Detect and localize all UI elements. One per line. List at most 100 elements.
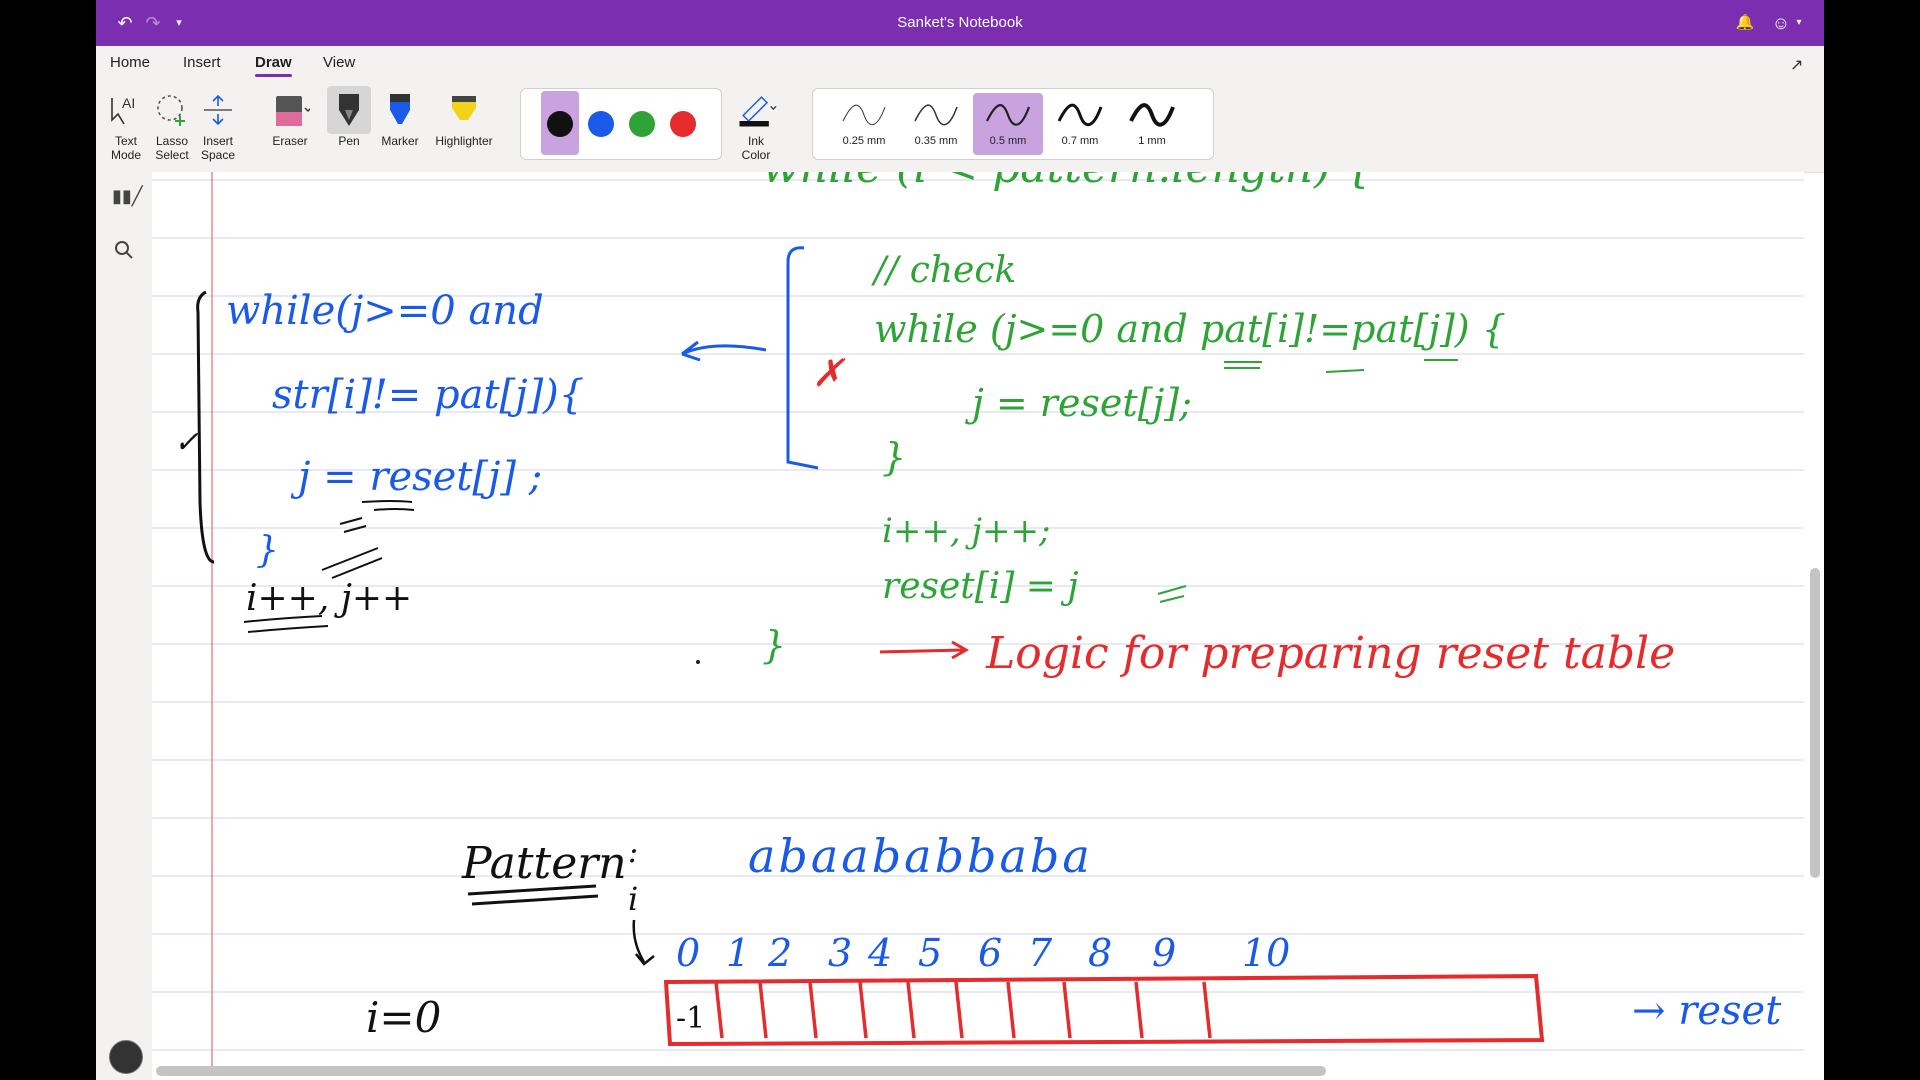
blue-code-line: str[i]!= pat[j]){ [272, 372, 584, 418]
ribbon-tabs: Home Insert Draw View ↗ [96, 46, 1824, 82]
bell-icon[interactable]: 🔔 [1732, 10, 1758, 36]
highlighter-button[interactable]: Highlighter [422, 86, 506, 148]
eraser-icon [268, 86, 312, 134]
cell-divider [1202, 981, 1212, 1039]
i-initial: i=0 [366, 993, 441, 1042]
index-label: 4 [867, 931, 892, 975]
color-swatch-black[interactable] [547, 111, 573, 137]
index-label: 7 [1028, 931, 1053, 975]
eraser-button[interactable]: Eraser [262, 86, 318, 148]
reset-array-box [663, 973, 1545, 1047]
color-swatch-green[interactable] [629, 111, 655, 137]
ink-layer: wnile (i < pattern.length) { ✓ while(j>=… [152, 172, 1804, 1072]
underline-strokes [361, 500, 415, 511]
cell-dividers [714, 981, 1212, 1039]
cell-divider [1062, 981, 1072, 1039]
cell-divider [858, 981, 868, 1039]
stroke-sample-icon [914, 104, 958, 126]
thickness-option-selected[interactable]: 0.5 mm [973, 93, 1043, 155]
cell-divider [1134, 981, 1144, 1039]
thickness-option[interactable]: 0.7 mm [1045, 93, 1115, 155]
svg-text:AI: AI [122, 95, 135, 111]
pattern-label: Pattern [461, 838, 627, 889]
thickness-palette: 0.25 mm 0.35 mm 0.5 mm 0.7 mm 1 mm [812, 88, 1214, 160]
horizontal-scrollbar[interactable] [156, 1066, 1326, 1076]
color-swatch-blue[interactable] [588, 111, 614, 137]
stroke-sample-icon [1129, 103, 1175, 127]
tab-draw[interactable]: Draw [255, 54, 292, 77]
index-label: 2 [767, 931, 792, 975]
thickness-option[interactable]: 1 mm [1117, 93, 1187, 155]
index-label: 8 [1088, 931, 1112, 975]
stray-dot [696, 660, 700, 664]
check-strokes [1157, 585, 1187, 603]
pen-button[interactable]: Pen [326, 86, 372, 148]
draw-toolbar: AI Text Mode Lasso Select Insert Space E… [96, 82, 1824, 173]
green-code-line: } [762, 623, 786, 667]
index-label: 10 [1242, 931, 1290, 975]
blue-code-line: j = reset[j] ; [290, 454, 542, 500]
arrow-down [632, 919, 655, 966]
underline-strokes [1224, 359, 1458, 373]
search-icon[interactable] [114, 240, 134, 265]
marker-icon [378, 86, 422, 134]
lasso-icon [150, 86, 194, 134]
index-label: 3 [828, 931, 852, 975]
cell-divider [954, 981, 964, 1039]
green-code-line: j = reset[j]; [965, 381, 1192, 425]
avatar[interactable] [109, 1040, 143, 1074]
thickness-option[interactable]: 0.25 mm [829, 93, 899, 155]
cell-divider [906, 981, 916, 1039]
pen-icon [327, 86, 371, 134]
stroke-sample-icon [986, 104, 1031, 126]
window-title: Sanket's Notebook [897, 14, 1023, 31]
pattern-string: abaababbaba [748, 829, 1093, 883]
colon-mark: : [628, 835, 638, 870]
green-code-line: i++, j++; [882, 511, 1050, 551]
notebooks-icon[interactable]: ▮▮╱ [112, 186, 143, 207]
onenote-window: ↶ ↷ ▾ Sanket's Notebook 🔔 ☺ ▾ Home Inser… [96, 0, 1824, 1080]
reset-label: → reset [1632, 988, 1782, 1034]
text-mode-button[interactable]: AI Text Mode [104, 86, 148, 162]
check-mark: ✓ [174, 425, 199, 460]
green-code-line: while (j>=0 and pat[i]!=pat[j]) { [874, 307, 1506, 351]
emphasis-strokes [321, 517, 383, 579]
stroke-sample-icon [842, 104, 886, 125]
vertical-scrollbar[interactable] [1810, 568, 1820, 878]
green-code-line: } [882, 435, 906, 479]
ink-color-button[interactable]: Ink Color [724, 86, 788, 162]
chevron-down-icon[interactable]: ▾ [1786, 10, 1812, 36]
page-canvas[interactable]: wnile (i < pattern.length) { ✓ while(j>=… [152, 172, 1804, 1072]
red-note: Logic for preparing reset table [985, 628, 1675, 679]
blue-code-line: } [256, 530, 279, 571]
cross-mark: ✗ [812, 351, 846, 395]
index-label: 1 [726, 931, 750, 975]
first-cell-value: -1 [676, 1001, 705, 1036]
green-code-line: wnile (i < pattern.length) { [762, 172, 1373, 193]
index-row: 0 1 2 3 4 5 6 7 8 9 10 [676, 931, 1290, 975]
arrow-left [681, 340, 767, 362]
i-label: i [628, 880, 638, 918]
tab-insert[interactable]: Insert [183, 54, 221, 71]
insert-space-button[interactable]: Insert Space [196, 86, 240, 162]
tab-view[interactable]: View [323, 54, 355, 71]
left-navigation-rail: ▮▮╱ [96, 172, 152, 1080]
cell-divider [714, 981, 724, 1039]
index-label: 9 [1152, 931, 1176, 975]
color-swatch-red[interactable] [670, 111, 696, 137]
lasso-select-button[interactable]: Lasso Select [150, 86, 194, 162]
green-code-line: // check [871, 250, 1016, 291]
cell-divider [808, 981, 818, 1039]
share-icon[interactable]: ↗ [1790, 55, 1803, 75]
cell-divider [1006, 981, 1016, 1039]
index-label: 5 [918, 931, 942, 975]
color-palette [520, 88, 722, 160]
green-code-line: reset[i] = j [882, 566, 1079, 607]
black-note: i++, j++ [246, 578, 412, 619]
tab-home[interactable]: Home [110, 54, 150, 71]
highlighter-icon [442, 86, 486, 134]
thickness-option[interactable]: 0.35 mm [901, 93, 971, 155]
text-cursor-icon: AI [104, 86, 148, 134]
blue-code-line: while(j>=0 and [226, 288, 544, 334]
marker-button[interactable]: Marker [376, 86, 424, 148]
